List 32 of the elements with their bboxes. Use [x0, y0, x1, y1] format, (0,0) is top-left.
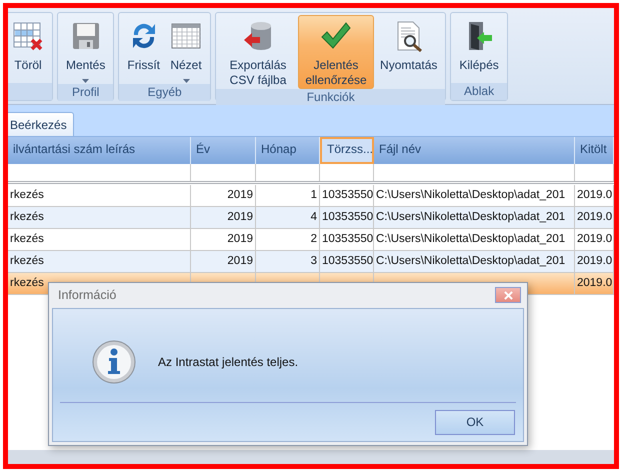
table-cell: 3: [310, 255, 317, 267]
table-cell: 4: [310, 211, 317, 223]
table-cell: rkezés: [10, 255, 44, 267]
table-cell: C:\Users\Nikoletta\Desktop\adat_201: [376, 255, 566, 267]
table-cell: 2019.0: [577, 255, 612, 267]
table-cell: rkezés: [10, 277, 44, 289]
table-cell: 10353550: [322, 255, 373, 267]
table-cell: 2019: [227, 233, 253, 245]
table-cell: rkezés: [10, 233, 44, 245]
table-cell: C:\Users\Nikoletta\Desktop\adat_201: [376, 211, 566, 223]
table-cell: rkezés: [10, 211, 44, 223]
table-cell: rkezés: [10, 189, 44, 201]
group-label: Egyéb: [148, 85, 182, 99]
table-cell: 2: [310, 233, 317, 245]
table-cell: 2019: [227, 255, 253, 267]
table-cell: 2019: [227, 211, 253, 223]
dialog-message: Az Intrastat jelentés teljes.: [158, 354, 298, 368]
table-cell: 2019.0: [577, 211, 612, 223]
table-cell: 10353550: [322, 233, 373, 245]
table-cell: 1: [310, 189, 317, 201]
group-label: Funkciók: [306, 90, 355, 104]
table-cell: C:\Users\Nikoletta\Desktop\adat_201: [376, 189, 566, 201]
table-cell: 2019.0: [577, 233, 612, 245]
table-cell: 2019.0: [577, 277, 612, 289]
table-cell: 2019.0: [577, 189, 612, 201]
group-label: Profil: [72, 85, 100, 99]
dialog-title: Információ: [58, 288, 116, 302]
group-label: Ablak: [464, 84, 494, 98]
table-cell: 10353550: [322, 211, 373, 223]
table-cell: C:\Users\Nikoletta\Desktop\adat_201: [376, 233, 566, 245]
table-cell: 2019: [227, 189, 253, 201]
table-cell: 10353550: [322, 189, 373, 201]
